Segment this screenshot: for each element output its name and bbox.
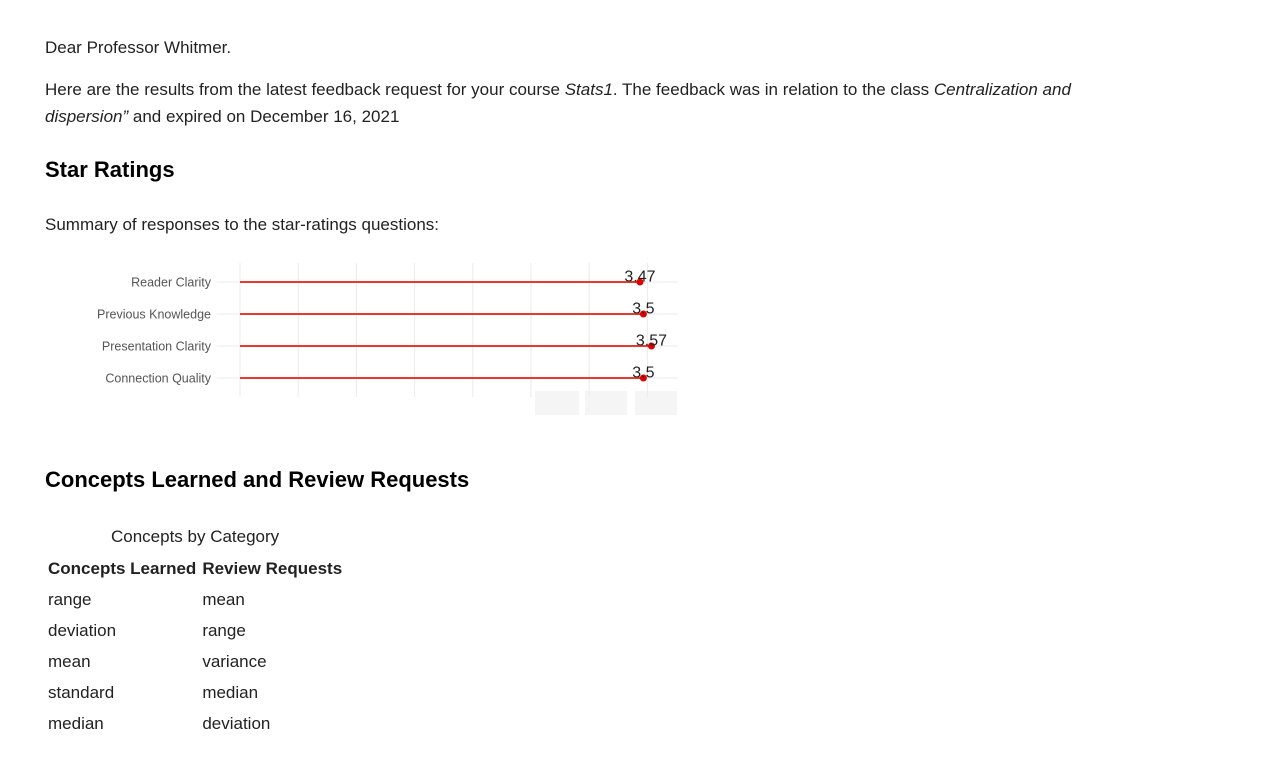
star-ratings-heading: Star Ratings (45, 157, 175, 182)
concept-learned-cell: standard (48, 682, 115, 702)
table-row: deviation range (45, 615, 345, 646)
chart-grid (217, 263, 678, 397)
concept-learned-cell: deviation (48, 620, 117, 640)
table-row: range mean (45, 584, 345, 615)
concepts-table-caption: Concepts by Category (110, 527, 280, 546)
intro-text-1: Here are the results from the latest fee… (45, 80, 565, 99)
intro-text-3: and expired on December 16, 2021 (128, 107, 400, 126)
review-request-cell: variance (202, 651, 267, 671)
category-label: Previous Knowledge (97, 308, 211, 322)
star-ratings-summary: Summary of responses to the star-ratings… (45, 215, 440, 234)
category-label: Connection Quality (105, 372, 211, 386)
chart-footer-blur-3 (635, 391, 677, 415)
value-label: 3.47 (624, 269, 655, 286)
table-row: mean variance (45, 646, 345, 677)
intro-paragraph: Here are the results from the latest fee… (45, 76, 1155, 130)
review-request-cell: mean (202, 589, 245, 609)
greeting: Dear Professor Whitmer. (45, 38, 232, 57)
concepts-table: Concepts by Category Concepts Learned Re… (45, 524, 345, 739)
concept-learned-cell: range (48, 589, 92, 609)
value-label: 3.5 (632, 365, 654, 382)
table-row: standard median (45, 677, 345, 708)
review-request-cell: range (202, 620, 246, 640)
review-request-cell: deviation (202, 713, 271, 733)
column-header-review-requests: Review Requests (202, 558, 343, 578)
column-header-concepts-learned: Concepts Learned (48, 558, 197, 578)
course-name: Stats1 (564, 80, 613, 99)
category-label: Reader Clarity (131, 276, 212, 290)
category-label: Presentation Clarity (102, 340, 212, 354)
review-request-cell: median (202, 682, 259, 702)
table-row: median deviation (45, 708, 345, 739)
chart-marks: Reader Clarity 3.47 Previous Knowledge 3.5 P… (97, 269, 667, 386)
concepts-heading: Concepts Learned and Review Requests (45, 467, 470, 492)
value-label: 3.57 (636, 333, 667, 350)
concept-learned-cell: median (48, 713, 104, 733)
chart-footer-blur-1 (535, 391, 579, 415)
star-ratings-chart: Reader Clarity 3.47 Previous Knowledge 3.5 P… (97, 263, 678, 415)
concepts-table-header-row: Concepts Learned Review Requests (45, 553, 345, 584)
chart-footer-blur-2 (585, 391, 627, 415)
concept-learned-cell: mean (48, 651, 91, 671)
intro-text-2: . The feedback was in relation to the cl… (612, 80, 934, 99)
value-label: 3.5 (632, 301, 654, 318)
